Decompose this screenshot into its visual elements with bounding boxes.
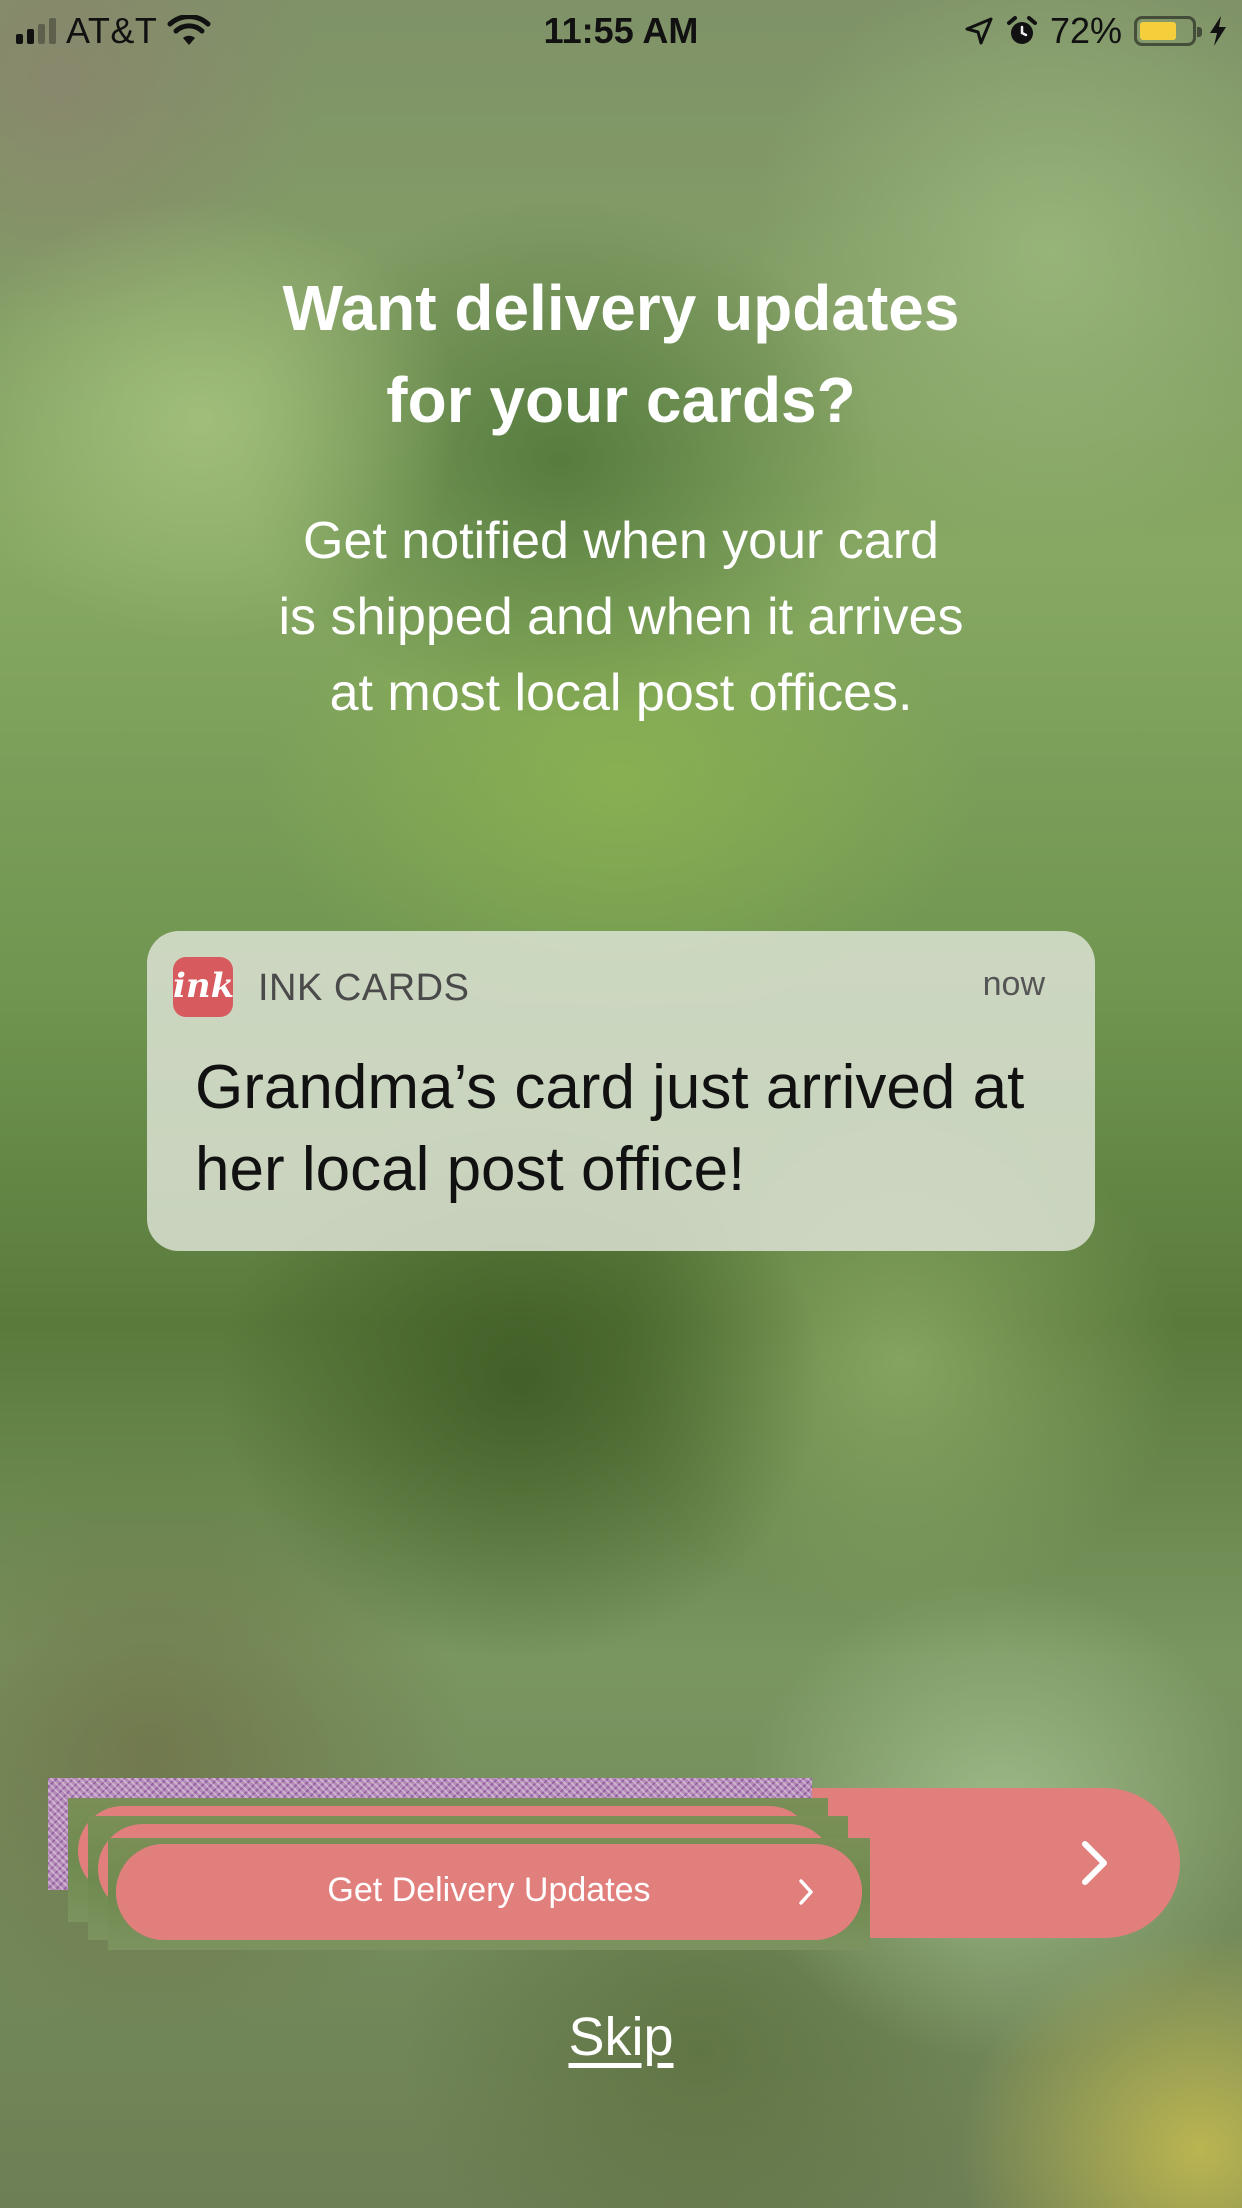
sample-notification: ink INK CARDS now Grandma’s card just ar… bbox=[147, 931, 1095, 1251]
notification-app-name: INK CARDS bbox=[258, 967, 470, 1009]
ink-cards-app-icon: ink bbox=[173, 957, 234, 1017]
charging-bolt-icon bbox=[1210, 16, 1226, 46]
battery-fill bbox=[1140, 22, 1176, 40]
get-delivery-updates-label: Get Delivery Updates bbox=[327, 1871, 651, 1909]
skip-link[interactable]: Skip bbox=[541, 2006, 701, 2068]
battery-percent: 72% bbox=[1049, 10, 1122, 51]
location-arrow-icon bbox=[965, 17, 993, 45]
status-bar: AT&T 11:55 AM 72% bbox=[0, 0, 1242, 60]
notification-time: now bbox=[982, 965, 1045, 1003]
status-right-group: 72% bbox=[964, 10, 1228, 52]
battery-icon bbox=[1134, 16, 1202, 46]
page-description: Get notified when your card is shipped a… bbox=[278, 512, 964, 722]
alarm-icon bbox=[1006, 16, 1037, 44]
chevron-right-icon bbox=[799, 1879, 813, 1905]
chevron-right-icon bbox=[1082, 1841, 1107, 1885]
get-delivery-updates-button[interactable]: Get Delivery Updates bbox=[116, 1844, 862, 1940]
notification-message: Grandma’s card just arrived at her local… bbox=[195, 1053, 1025, 1204]
page-title: Want delivery updates for your cards? bbox=[282, 272, 960, 436]
